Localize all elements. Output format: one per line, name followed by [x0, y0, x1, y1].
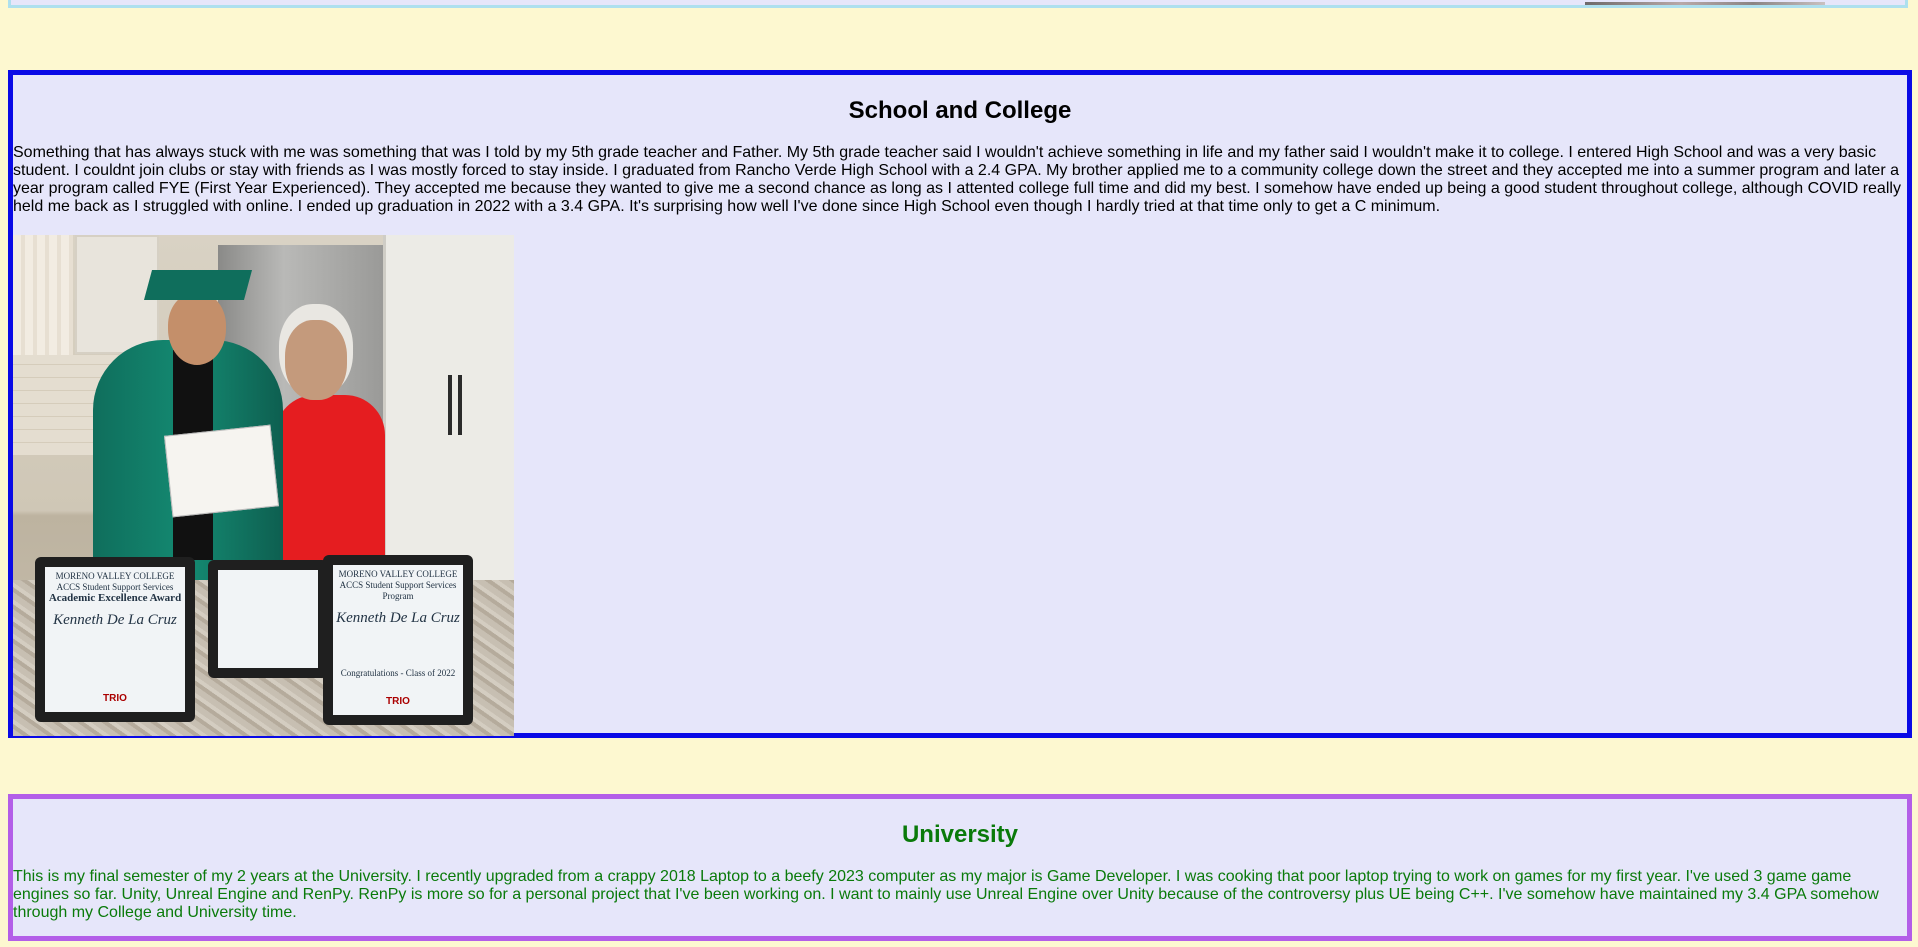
- frame-right-college: MORENO VALLEY COLLEGE: [338, 569, 458, 579]
- photo-award-frame-right: MORENO VALLEY COLLEGE ACCS Student Suppo…: [323, 555, 473, 725]
- frame-right-congrats: Congratulations - Class of 2022: [340, 668, 456, 678]
- university-section-heading: University: [901, 821, 1019, 848]
- photo-graduation-cap: [143, 270, 253, 300]
- frame-right-logo: TRIO: [386, 696, 410, 707]
- photo-pantry-door: [383, 235, 514, 595]
- graduation-photo: MORENO VALLEY COLLEGE ACCS Student Suppo…: [13, 235, 514, 736]
- frame-left-name: Kenneth De La Cruz: [53, 612, 177, 628]
- frame-right-name: Kenneth De La Cruz: [336, 610, 460, 626]
- photo-window: [13, 235, 73, 375]
- school-section-heading: School and College: [848, 97, 1072, 124]
- photo-held-certificate: [164, 424, 279, 518]
- school-and-college-section: School and College Something that has al…: [8, 70, 1912, 738]
- photo-award-frame-left: MORENO VALLEY COLLEGE ACCS Student Suppo…: [35, 557, 195, 722]
- previous-section-edge: [8, 0, 1908, 8]
- photo-graduate-head: [168, 293, 226, 365]
- university-section-paragraph: This is my final semester of my 2 years …: [13, 868, 1879, 921]
- frame-left-award: Academic Excellence Award: [48, 592, 182, 604]
- frame-left-logo: TRIO: [103, 693, 127, 704]
- university-section: University This is my final semester of …: [8, 794, 1912, 941]
- photo-woman-head: [285, 320, 347, 400]
- frame-right-program: ACCS Student Support Services Program: [339, 580, 457, 601]
- frame-left-college: MORENO VALLEY COLLEGE: [55, 571, 175, 581]
- frame-middle-letter: [218, 570, 318, 668]
- previous-section-image-edge: [1585, 2, 1825, 5]
- photo-letter-frame-middle: [208, 560, 328, 678]
- school-section-paragraph: Something that has always stuck with me …: [13, 144, 1901, 215]
